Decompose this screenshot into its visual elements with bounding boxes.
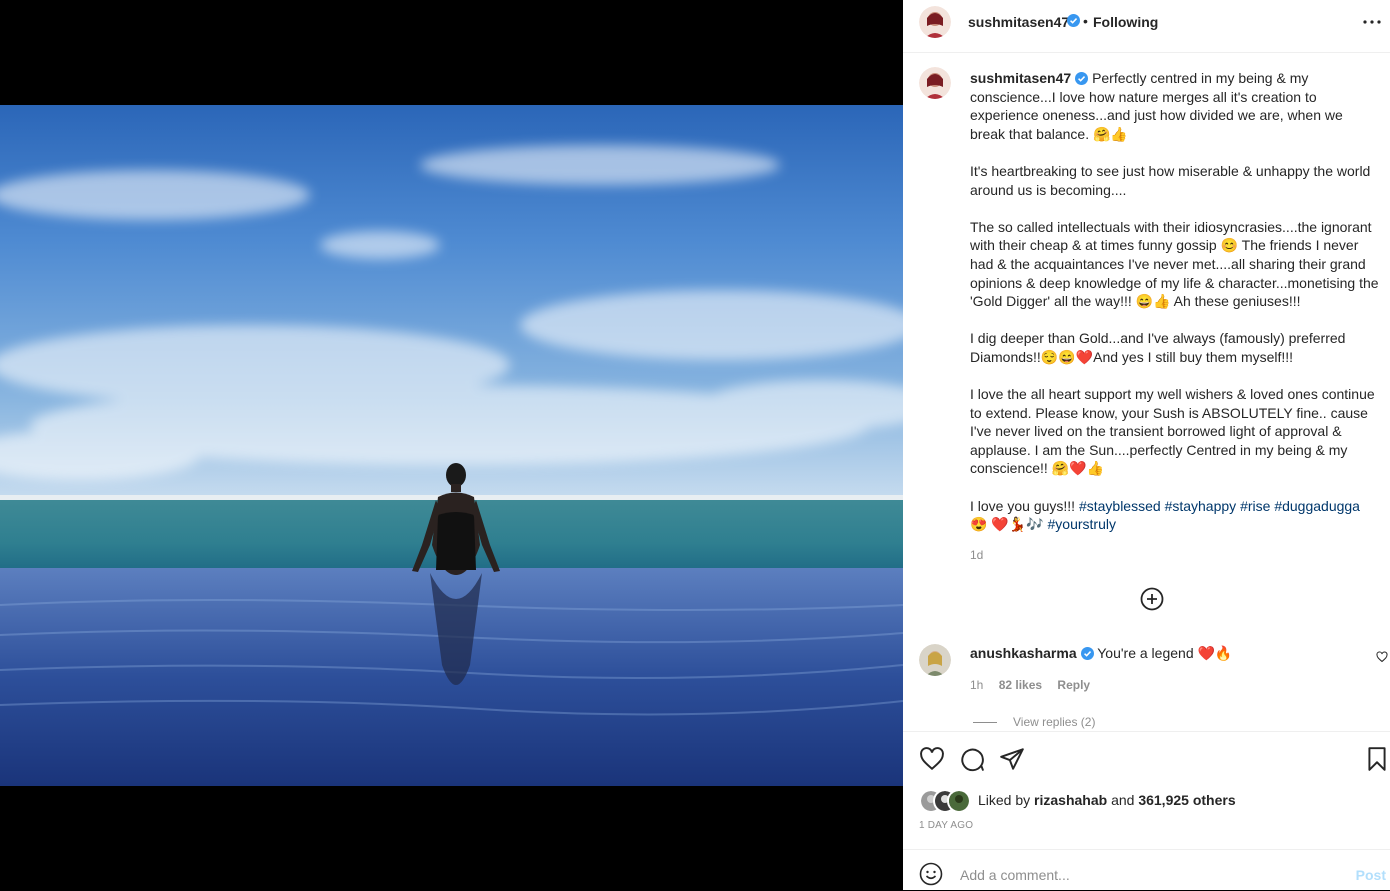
- verified-badge-icon: [1080, 647, 1094, 660]
- instagram-post-modal: sushmitasen47 • Following sushmitasen47 …: [0, 0, 1390, 890]
- hashtag-link[interactable]: #yourstruly: [1048, 516, 1116, 532]
- comment-reply-button[interactable]: Reply: [1057, 678, 1090, 692]
- likes-count[interactable]: 361,925 others: [1138, 792, 1235, 808]
- caption-paragraph: I love the all heart support my well wis…: [970, 386, 1379, 477]
- post-photo[interactable]: [0, 105, 903, 786]
- hashtag-link[interactable]: #stayhappy: [1165, 498, 1237, 514]
- likes-text: Liked by rizashahab and 361,925 others: [978, 792, 1236, 808]
- comment-likes[interactable]: 82 likes: [999, 678, 1042, 692]
- hashtag-link[interactable]: #stayblessed: [1079, 498, 1161, 514]
- caption-paragraph: I dig deeper than Gold...and I've always…: [970, 330, 1350, 365]
- caption-text: I love you guys!!!: [970, 497, 1079, 514]
- separator-dot: •: [1083, 13, 1088, 29]
- caption-timestamp[interactable]: 1d: [970, 548, 983, 562]
- caption-author-avatar[interactable]: [919, 67, 951, 99]
- post-comment-button[interactable]: Post: [1356, 867, 1386, 883]
- view-replies-button[interactable]: View replies (2): [973, 715, 1095, 729]
- likes-summary: Liked by rizashahab and 361,925 others: [919, 787, 1379, 813]
- liker-avatar: [947, 789, 971, 813]
- post-actions-bar: [903, 731, 1390, 788]
- comments-scroll-area[interactable]: sushmitasen47 Perfectly centred in my be…: [903, 53, 1390, 731]
- caption-paragraph: It's heartbreaking to see just how miser…: [970, 162, 1375, 198]
- post-sidebar: sushmitasen47 • Following sushmitasen47 …: [903, 0, 1390, 890]
- comment-text: You're a legend ❤️🔥: [1097, 645, 1233, 661]
- like-heart-icon[interactable]: [919, 746, 945, 772]
- commenter-username[interactable]: anushkasharma: [970, 645, 1077, 661]
- verified-badge-icon: [1067, 14, 1080, 27]
- comment-bubble-icon[interactable]: [959, 746, 985, 772]
- hashtag-link[interactable]: #rise: [1240, 498, 1270, 514]
- comment: anushkasharma You're a legend ❤️🔥: [970, 645, 1360, 662]
- caption-paragraph: The so called intellectuals with their i…: [970, 218, 1383, 310]
- likes-and: and: [1111, 792, 1135, 808]
- load-more-comments-icon[interactable]: [1140, 587, 1164, 611]
- commenter-avatar[interactable]: [919, 644, 951, 676]
- view-replies-label: View replies (2): [1013, 715, 1096, 729]
- author-username[interactable]: sushmitasen47: [968, 14, 1069, 30]
- post-date[interactable]: 1 DAY AGO: [919, 820, 973, 831]
- post-caption: sushmitasen47 Perfectly centred in my be…: [970, 69, 1380, 534]
- add-comment-input[interactable]: Add a comment...: [960, 867, 1070, 883]
- view-replies-line: [973, 722, 997, 724]
- comment-time[interactable]: 1h: [970, 678, 983, 692]
- share-paper-plane-icon[interactable]: [999, 746, 1025, 772]
- comment-like-heart-icon[interactable]: [1376, 651, 1388, 663]
- emoji-smile-icon[interactable]: [919, 862, 943, 886]
- add-comment-row: Add a comment... Post: [903, 849, 1390, 891]
- post-header: sushmitasen47 • Following: [903, 0, 1390, 53]
- caption-username[interactable]: sushmitasen47: [970, 70, 1071, 86]
- author-avatar[interactable]: [919, 6, 951, 38]
- media-area: [0, 0, 903, 890]
- comment-meta: 1h 82 likes Reply: [970, 678, 1102, 692]
- verified-badge-icon: [1075, 72, 1089, 85]
- likes-prefix: Liked by: [978, 792, 1031, 808]
- following-button[interactable]: Following: [1093, 14, 1158, 30]
- save-bookmark-icon[interactable]: [1364, 746, 1390, 772]
- caption-emoji: ❤️💃🎶: [991, 516, 1048, 533]
- liked-by-username[interactable]: rizashahab: [1034, 792, 1107, 808]
- hashtag-link[interactable]: #duggadugga: [1274, 498, 1360, 514]
- more-options-icon[interactable]: [1360, 10, 1384, 34]
- pool-ocean-image: [0, 105, 903, 786]
